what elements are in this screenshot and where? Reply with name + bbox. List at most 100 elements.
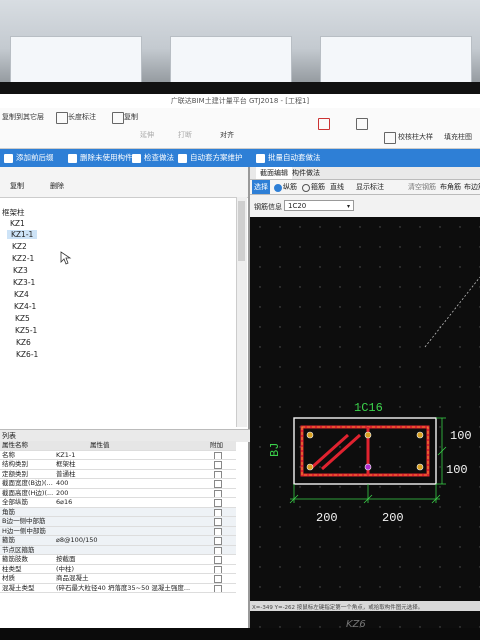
property-row[interactable]: 结构类别 框架柱 [0, 460, 236, 470]
property-row[interactable]: 箍筋 ⌀8@100/150 [0, 536, 236, 546]
check-column-button[interactable]: 校核柱大样 [398, 132, 433, 142]
tree-item-kz1[interactable]: KZ1 [10, 219, 25, 228]
property-value[interactable]: 6⌀16 [56, 498, 206, 507]
fill-column-button[interactable]: 填充柱图 [444, 132, 472, 142]
property-value[interactable]: 框架柱 [56, 460, 206, 469]
editor-tabs: 截面编辑 构件做法 [250, 167, 480, 180]
property-value[interactable]: KZ1-1 [56, 451, 206, 460]
property-row[interactable]: B边一侧中部筋 [0, 517, 236, 527]
copy-to-layer-button[interactable]: 复制到其它层 [2, 112, 44, 122]
property-value[interactable]: (碎石最大粒径40 坍落度35~50 混凝土强度... [56, 584, 206, 593]
tree-item-kz5[interactable]: KZ5 [15, 314, 30, 323]
attach-checkbox[interactable] [214, 461, 222, 469]
break-button[interactable]: 打断 [178, 130, 192, 140]
rebar-point[interactable] [416, 463, 424, 471]
property-value[interactable]: (中柱) [56, 565, 206, 574]
property-row[interactable]: 角筋 [0, 507, 236, 517]
attach-checkbox[interactable] [214, 508, 222, 517]
property-row[interactable]: 名称 KZ1-1 [0, 451, 236, 460]
property-row[interactable]: H边一侧中部筋 [0, 526, 236, 536]
clear-rebar-button[interactable]: 清空钢筋 [408, 180, 436, 194]
tree-item-kz2[interactable]: KZ2 [12, 242, 27, 251]
length-label-button[interactable]: 长度标注 [68, 112, 96, 122]
longitudinal-radio[interactable] [274, 184, 282, 192]
tree-item-kz3-1[interactable]: KZ3-1 [13, 278, 35, 287]
tree-item-kz1-1[interactable]: KZ1-1 [7, 230, 38, 239]
rebar-point[interactable] [364, 431, 372, 439]
tree-item-kz5-1[interactable]: KZ5-1 [15, 326, 37, 335]
grid-icon[interactable] [318, 118, 330, 130]
top-rebar-label: 1C16 [354, 401, 383, 415]
scrollbar-thumb[interactable] [238, 201, 245, 261]
attach-checkbox[interactable] [214, 499, 222, 507]
property-value[interactable]: 普通柱 [56, 470, 206, 479]
tree-group-label[interactable]: 框架柱 [2, 207, 25, 218]
rebar-point[interactable] [416, 431, 424, 439]
attach-checkbox[interactable] [214, 480, 222, 488]
add-prefix-button[interactable]: 添加前后缀 [4, 152, 54, 164]
attach-checkbox[interactable] [214, 556, 222, 564]
attach-checkbox[interactable] [214, 584, 222, 593]
delete-unused-button[interactable]: 删除未使用构件 [68, 152, 133, 164]
tree-item-kz4[interactable]: KZ4 [14, 290, 29, 299]
tree-item-kz6[interactable]: KZ6 [16, 338, 31, 347]
rebar-point[interactable] [364, 463, 372, 471]
property-row[interactable]: 混凝土类型 (碎石最大粒径40 坍落度35~50 混凝土强度... [0, 584, 236, 593]
rebar-point[interactable] [306, 431, 314, 439]
attach-checkbox[interactable] [214, 489, 222, 498]
tree-item-kz6-1[interactable]: KZ6-1 [16, 350, 38, 359]
property-row[interactable]: 截面宽度(B边)(... 400 [0, 479, 236, 489]
show-labels-toggle[interactable]: 显示标注 [356, 180, 384, 194]
ribbon-copy-button[interactable]: 复制 [124, 112, 138, 122]
property-row[interactable]: 箍筋肢数 按截面 [0, 555, 236, 565]
check-method-button[interactable]: 检查做法 [132, 152, 174, 164]
dim-bottom-left: 200 [316, 511, 338, 525]
property-value[interactable]: 按截面 [56, 555, 206, 564]
attach-checkbox[interactable] [214, 451, 222, 460]
straight-dropdown[interactable]: 直线 [330, 180, 344, 194]
tree-scrollbar[interactable] [236, 197, 247, 427]
property-row[interactable]: 截面高度(H边)(... 200 [0, 489, 236, 498]
rebar-point[interactable] [306, 463, 314, 471]
property-value[interactable]: 商品混凝土 [56, 574, 206, 583]
attach-checkbox[interactable] [214, 546, 222, 555]
attach-checkbox[interactable] [214, 527, 222, 536]
tree-item-kz4-1[interactable]: KZ4-1 [14, 302, 36, 311]
stirrup-radio[interactable] [302, 184, 310, 192]
property-row[interactable]: 节点区箍筋 [0, 545, 236, 555]
attach-checkbox[interactable] [214, 470, 222, 479]
attach-checkbox[interactable] [214, 518, 222, 526]
left-copy-button[interactable]: 复制 [10, 181, 24, 191]
property-value[interactable]: ⌀8@100/150 [56, 536, 206, 545]
tab-section-edit[interactable]: 截面编辑 [256, 167, 292, 179]
property-value[interactable]: 200 [56, 489, 206, 498]
attach-checkbox[interactable] [214, 565, 222, 574]
taskbar [0, 628, 480, 640]
property-row[interactable]: 定额类别 普通柱 [0, 470, 236, 479]
rebar-info-select[interactable]: 1C20 ▾ [284, 200, 354, 211]
tree-item-kz2-1[interactable]: KZ2-1 [12, 254, 34, 263]
property-name: 柱类型 [2, 564, 22, 573]
drawing-canvas[interactable]: 1C16 BJ 100 100 200 200 X=-349 Y=-262 按鼠… [250, 217, 480, 630]
select-button[interactable]: 选择 [252, 180, 270, 194]
property-value[interactable]: 400 [56, 479, 206, 488]
dim-bottom-right: 200 [382, 511, 404, 525]
property-row[interactable]: 全部纵筋 6⌀16 [0, 498, 236, 508]
property-row[interactable]: 材质 商品混凝土 [0, 574, 236, 584]
layout-icon[interactable] [356, 118, 368, 130]
tab-component-method[interactable]: 构件做法 [292, 167, 320, 179]
property-name: 箍筋 [2, 536, 15, 544]
auto-method-button[interactable]: 自动套方案维护 [178, 152, 243, 164]
check-icon [132, 154, 141, 163]
align-button[interactable]: 对齐 [220, 130, 234, 140]
attach-checkbox[interactable] [214, 537, 222, 545]
batch-auto-method-button[interactable]: 批量自动套做法 [256, 152, 321, 164]
batch-auto-method-label: 批量自动套做法 [268, 153, 321, 162]
left-delete-button[interactable]: 删除 [50, 181, 64, 191]
side-rebar-button[interactable]: 布边筋 [464, 180, 480, 194]
property-row[interactable]: 柱类型 (中柱) [0, 564, 236, 574]
tree-item-kz3[interactable]: KZ3 [13, 266, 28, 275]
extend-button[interactable]: 延伸 [140, 130, 154, 140]
attach-checkbox[interactable] [214, 575, 222, 583]
corner-rebar-button[interactable]: 布角筋 [440, 180, 461, 194]
